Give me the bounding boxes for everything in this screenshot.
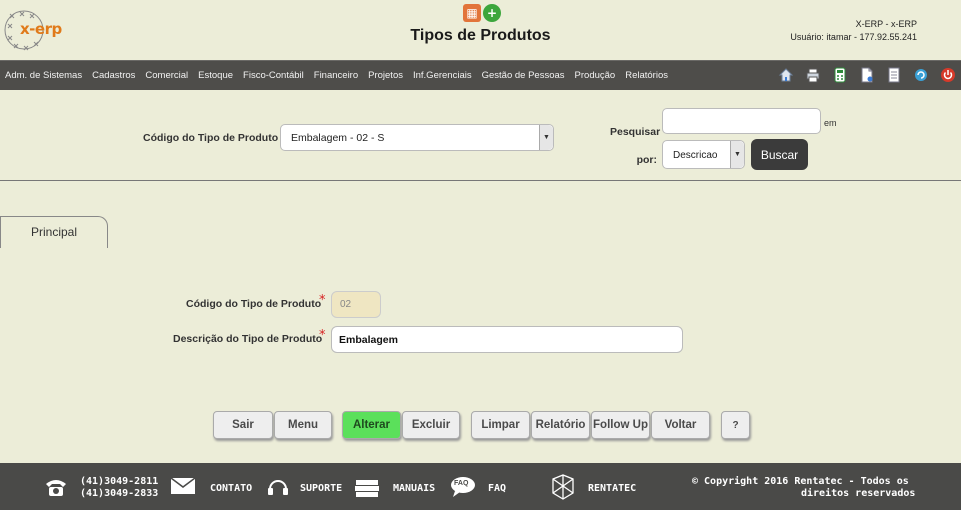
search-input[interactable]: [662, 108, 821, 134]
header: x-erp ▦ + Tipos de Produtos X-ERP - x-ER…: [0, 0, 961, 60]
phone-number-1: (41)3049-2811: [80, 476, 159, 487]
nav-toolbar: [777, 66, 957, 84]
code-field: 02: [331, 291, 381, 318]
quick-actions: ▦ +: [463, 4, 501, 22]
excluir-button[interactable]: Excluir: [402, 411, 460, 439]
print-icon[interactable]: [804, 66, 822, 84]
alterar-button[interactable]: Alterar: [342, 411, 401, 439]
contato-link[interactable]: CONTATO: [210, 483, 252, 494]
nav-item-projetos[interactable]: Projetos: [368, 70, 403, 81]
search-field-select[interactable]: Descricao ▼: [662, 140, 745, 169]
faq-icon[interactable]: FAQ: [449, 475, 477, 499]
nav-menu: Adm. de Sistemas Cadastros Comercial Est…: [5, 70, 678, 81]
limpar-button[interactable]: Limpar: [471, 411, 530, 439]
sair-button[interactable]: Sair: [213, 411, 273, 439]
copyright-line-2: direitos reservados: [801, 488, 916, 499]
code-select[interactable]: Embalagem - 02 - S ▼: [280, 124, 554, 151]
user-info: Usuário: itamar - 177.92.55.241: [790, 32, 917, 42]
search-label-line1: Pesquisar: [610, 126, 661, 138]
faq-badge: FAQ: [454, 480, 469, 487]
tab-principal[interactable]: Principal: [0, 216, 108, 248]
suporte-link[interactable]: SUPORTE: [300, 483, 342, 494]
nav-item-financeiro[interactable]: Financeiro: [314, 70, 358, 81]
books-icon[interactable]: [354, 477, 380, 499]
calculator-icon[interactable]: [831, 66, 849, 84]
headset-icon[interactable]: [265, 475, 291, 499]
search-field-value: Descricao: [673, 150, 718, 161]
search-by-label: Pesquisar: [610, 126, 661, 138]
chevron-down-icon[interactable]: ▼: [539, 125, 553, 150]
refresh-icon[interactable]: [912, 66, 930, 84]
em-label: em: [824, 118, 837, 128]
code-field-value: 02: [340, 299, 352, 310]
code-select-label: Código do Tipo de Produto: [143, 132, 279, 144]
code-select-value: Embalagem - 02 - S: [291, 132, 385, 144]
nav-item-adm-sistemas[interactable]: Adm. de Sistemas: [5, 70, 82, 81]
help-button[interactable]: ?: [721, 411, 750, 439]
nav-item-fisco-contabil[interactable]: Fisco-Contábil: [243, 70, 304, 81]
code-field-label: Código do Tipo de Produto: [186, 298, 322, 310]
search-button[interactable]: Buscar: [751, 139, 808, 170]
manuais-link[interactable]: MANUAIS: [393, 483, 435, 494]
copyright-line-1: © Copyright 2016 Rentatec - Todos os: [692, 476, 909, 487]
nav-item-estoque[interactable]: Estoque: [198, 70, 233, 81]
voltar-button[interactable]: Voltar: [651, 411, 710, 439]
nav-item-comercial[interactable]: Comercial: [145, 70, 188, 81]
section-divider: [0, 180, 961, 181]
follow-up-button[interactable]: Follow Up: [591, 411, 650, 439]
rentatec-link[interactable]: RENTATEC: [588, 483, 636, 494]
system-name: X-ERP - x-ERP: [855, 19, 917, 29]
footer: (41)3049-2811 (41)3049-2833 CONTATO SUPO…: [0, 463, 961, 510]
document-icon[interactable]: [858, 66, 876, 84]
search-by-label-2: por:: [636, 154, 657, 166]
tab-principal-label: Principal: [31, 225, 78, 239]
nav-item-producao[interactable]: Produção: [575, 70, 616, 81]
relatorio-button[interactable]: Relatório: [531, 411, 590, 439]
phone-number-2: (41)3049-2833: [80, 488, 159, 499]
session-info: X-ERP - x-ERP Usuário: itamar - 177.92.5…: [790, 18, 917, 44]
main-nav: Adm. de Sistemas Cadastros Comercial Est…: [0, 60, 961, 90]
chevron-down-icon[interactable]: ▼: [730, 141, 744, 168]
nav-item-relatorios[interactable]: Relatórios: [625, 70, 668, 81]
required-marker: *: [319, 328, 326, 343]
menu-button[interactable]: Menu: [274, 411, 332, 439]
home-icon[interactable]: [777, 66, 795, 84]
report-icon[interactable]: ▦: [463, 4, 481, 22]
description-field-label: Descrição do Tipo de Produto: [173, 333, 323, 345]
faq-link[interactable]: FAQ: [488, 483, 506, 494]
add-icon[interactable]: +: [483, 4, 501, 22]
description-field[interactable]: Embalagem: [331, 326, 683, 353]
phone-icon: [44, 475, 68, 499]
notes-icon[interactable]: [885, 66, 903, 84]
required-marker: *: [319, 293, 326, 308]
mail-icon[interactable]: [170, 476, 196, 496]
description-field-value: Embalagem: [339, 334, 398, 346]
nav-item-cadastros[interactable]: Cadastros: [92, 70, 135, 81]
nav-item-gestao-pessoas[interactable]: Gestão de Pessoas: [482, 70, 565, 81]
power-icon[interactable]: [939, 66, 957, 84]
nav-item-inf-gerenciais[interactable]: Inf.Gerenciais: [413, 70, 472, 81]
rentatec-logo-icon[interactable]: [549, 473, 577, 501]
